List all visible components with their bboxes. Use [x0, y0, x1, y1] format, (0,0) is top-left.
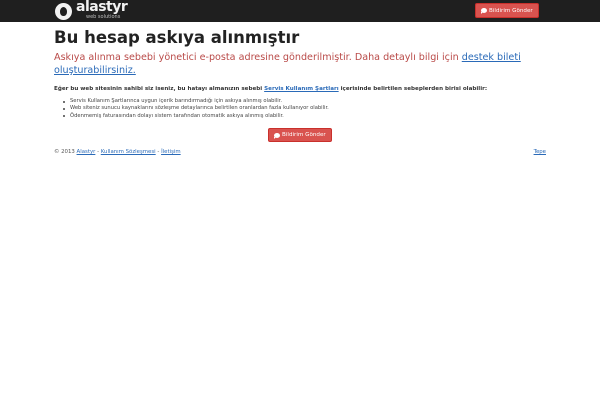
info-text-before: Eğer bu web sitesinin sahibi siz iseniz,… — [54, 86, 265, 92]
brand-wordmark: alastyr web solutions — [76, 0, 134, 21]
list-item: Servis Kullanım Şartlarınca uygun içerik… — [62, 98, 329, 105]
info-text-after: içerisinde belirtilen sebeplerden birisi… — [338, 86, 488, 92]
back-to-top-link[interactable]: Tepe — [534, 148, 546, 156]
navbar-notify-label: Bildirim Gönder — [489, 7, 533, 14]
footer-link-contact[interactable]: İletişim — [161, 149, 181, 155]
notify-button-label: Bildirim Gönder — [282, 132, 326, 138]
terms-of-service-link[interactable]: Servis Kullanım Şartları — [264, 86, 339, 92]
brand-tagline: web solutions — [86, 14, 121, 20]
list-item: Ödenmemiş faturasından dolayı sistem tar… — [62, 113, 329, 120]
footer-link-alastyr[interactable]: Alastyr — [77, 149, 96, 155]
owner-info-text: Eğer bu web sitesinin sahibi siz iseniz,… — [54, 86, 487, 93]
copyright-text: © 2013 — [54, 149, 75, 155]
suspension-reason-lead: Askıya alınma sebebi yönetici e-posta ad… — [54, 51, 554, 77]
top-navbar: alastyr web solutions Bildirim Gönder — [0, 0, 600, 22]
footer: © 2013 Alastyr - Kullanım Sözleşmesi - İ… — [54, 148, 546, 156]
lead-text: Askıya alınma sebebi yönetici e-posta ad… — [54, 52, 462, 63]
alastyr-logo-icon — [55, 2, 72, 20]
brand-logo[interactable]: alastyr web solutions — [55, 0, 134, 21]
suspension-reasons-list: Servis Kullanım Şartlarınca uygun içerik… — [62, 98, 329, 120]
list-item: Web siteniz sunucu kaynaklarını sözleşme… — [62, 105, 329, 112]
comment-icon — [481, 8, 487, 14]
comment-icon — [274, 132, 280, 139]
footer-link-terms[interactable]: Kullanım Sözleşmesi — [101, 149, 156, 155]
brand-name: alastyr — [76, 0, 128, 15]
footer-separator: - — [157, 149, 160, 155]
footer-links: © 2013 Alastyr - Kullanım Sözleşmesi - İ… — [54, 148, 181, 156]
navbar-notify-button[interactable]: Bildirim Gönder — [475, 3, 539, 18]
notify-button[interactable]: Bildirim Gönder — [268, 128, 332, 142]
page-title: Bu hesap askıya alınmıştır — [54, 28, 300, 47]
footer-separator: - — [97, 149, 100, 155]
